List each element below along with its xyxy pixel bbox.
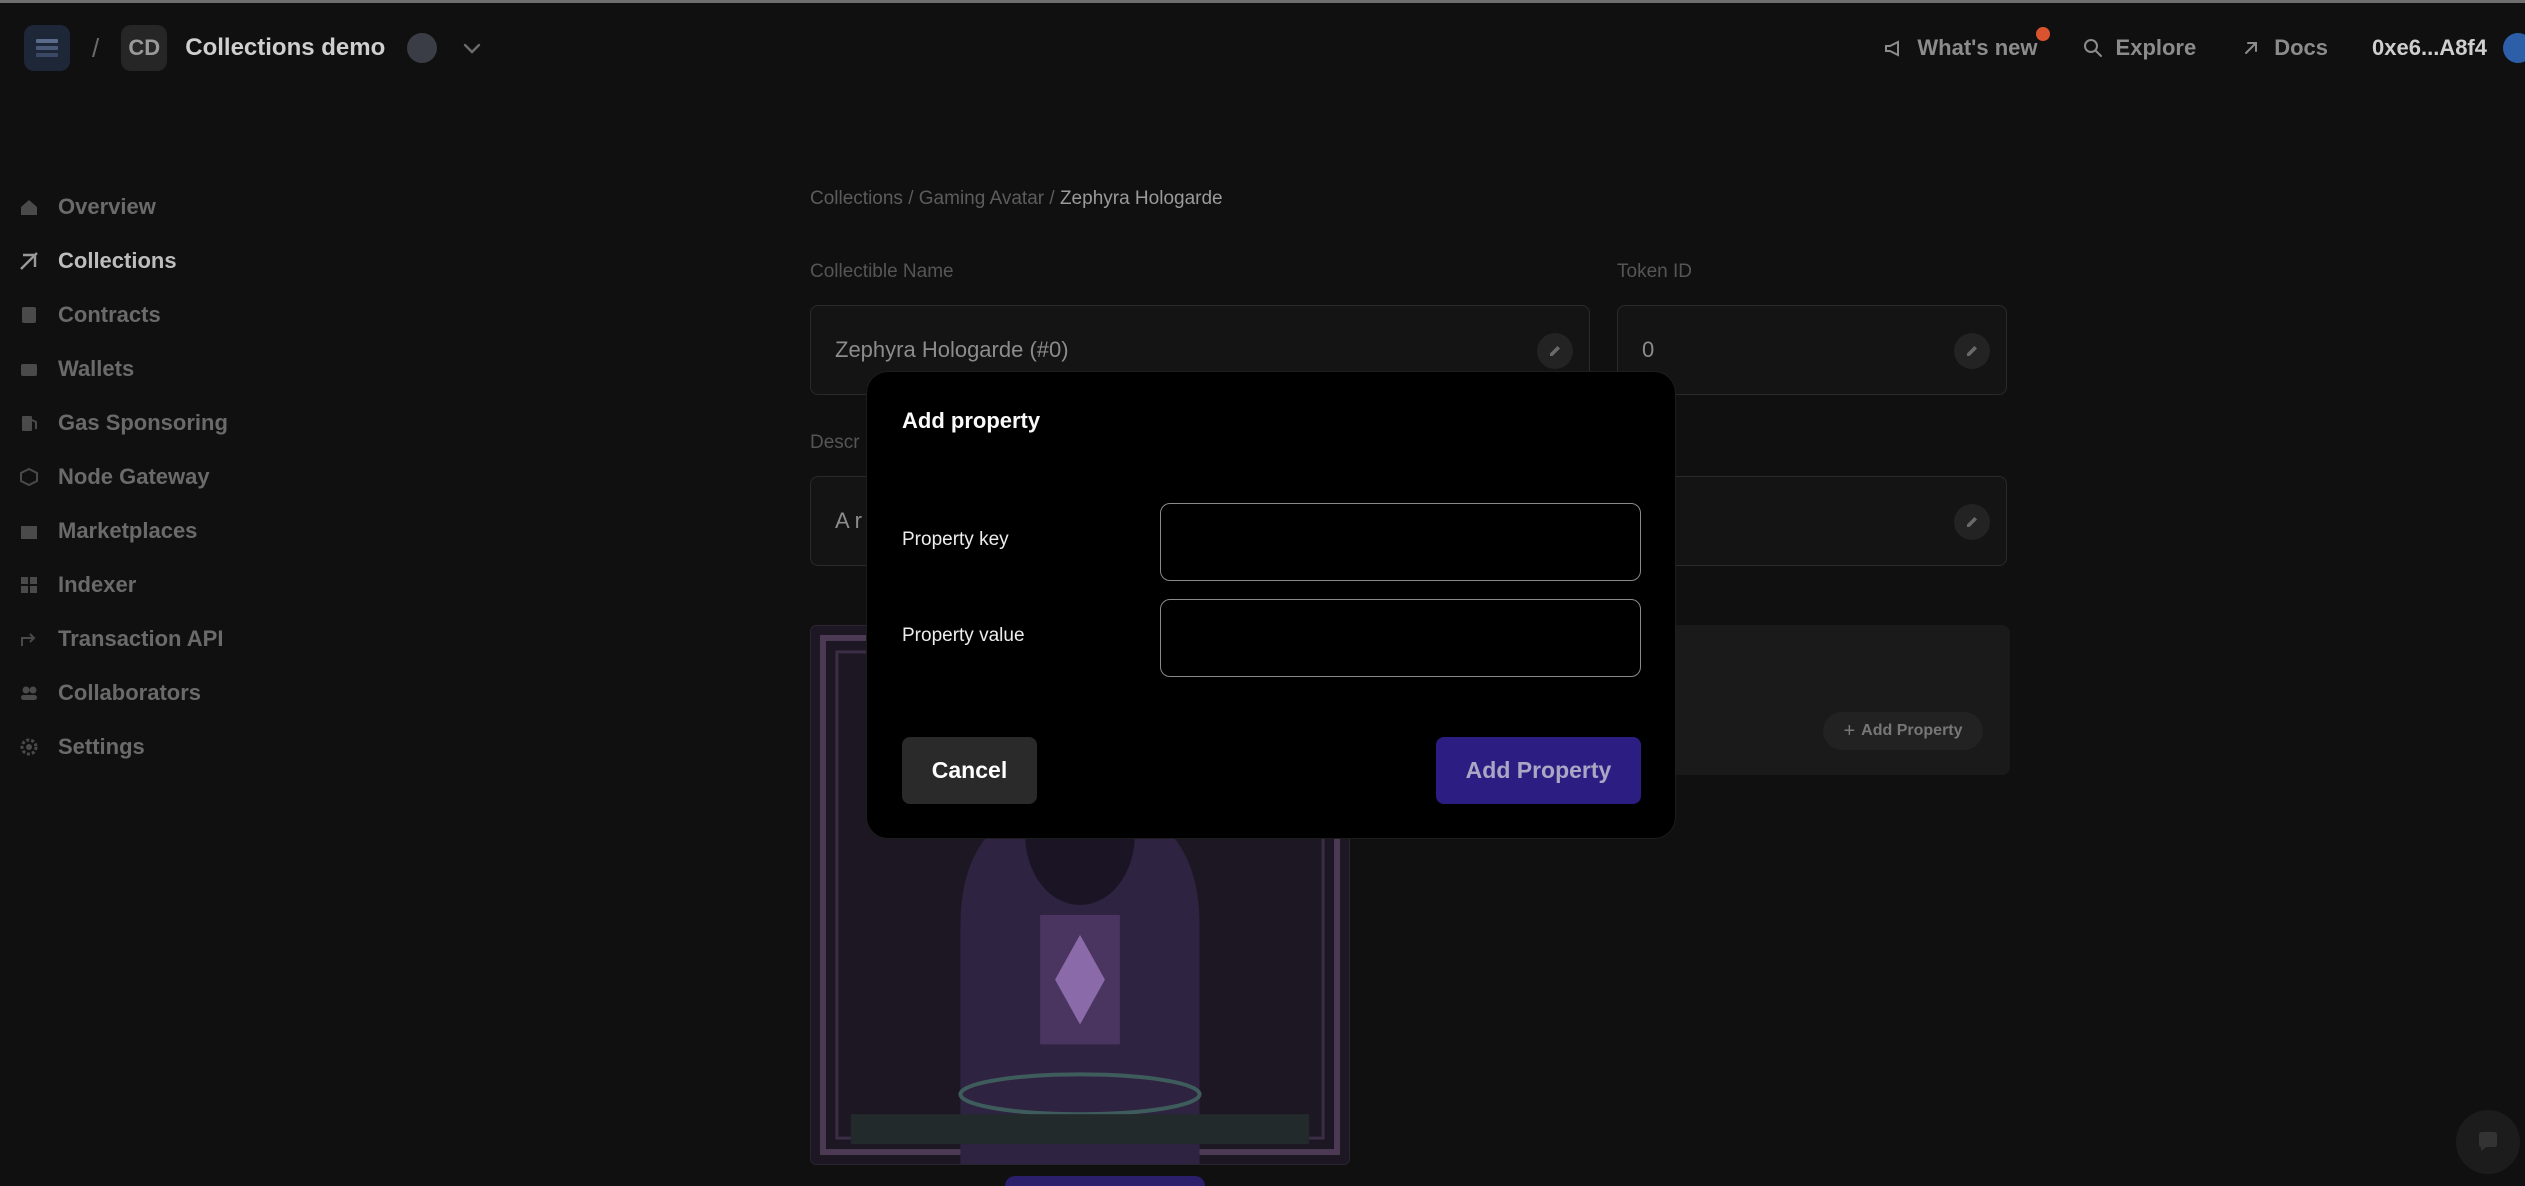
external-arrow-icon <box>2245 42 2258 54</box>
token-id-value: 0 <box>1642 337 1655 362</box>
edit-description-button[interactable] <box>1954 504 1990 540</box>
property-key-input[interactable] <box>1160 503 1641 581</box>
chat-bubble-icon <box>2479 1132 2497 1151</box>
sidebar-item-overview[interactable]: Overview <box>0 180 260 234</box>
description-value: A r <box>835 508 862 533</box>
grid-icon <box>21 577 37 593</box>
wallet-address[interactable]: 0xe6...A8f4 <box>2372 35 2487 61</box>
whats-new-link[interactable]: What's new <box>1883 27 2050 61</box>
chevron-down-icon[interactable] <box>461 37 483 59</box>
arrow-icon <box>21 633 36 646</box>
sidebar-item-label: Overview <box>58 194 156 219</box>
breadcrumb-separator: / <box>902 188 919 209</box>
pencil-icon <box>1967 517 1977 527</box>
sidebar-item-label: Collections <box>58 248 177 273</box>
collections-icon <box>20 252 38 270</box>
pencil-icon <box>1967 346 1977 356</box>
sidebar-item-label: Node Gateway <box>58 464 210 489</box>
breadcrumb-collections[interactable]: Collections <box>810 188 903 209</box>
property-value-input[interactable] <box>1160 599 1641 677</box>
sidebar-item-node-gateway[interactable]: Node Gateway <box>0 450 260 504</box>
add-property-dialog: Add property Property key Property value… <box>866 371 1676 839</box>
edit-token-id-button[interactable] <box>1954 333 1990 369</box>
sidebar-item-label: Gas Sponsoring <box>58 410 228 435</box>
add-property-small-button[interactable]: + Add Property <box>1823 712 1983 750</box>
dialog-title: Add property <box>902 408 1041 433</box>
edit-name-button[interactable] <box>1537 333 1573 369</box>
sidebar-item-label: Contracts <box>58 302 161 327</box>
breadcrumb: Collections / Gaming Avatar / Zephyra Ho… <box>810 188 1223 210</box>
gear-icon <box>20 738 38 756</box>
whats-new-label: What's new <box>1917 35 2038 60</box>
breadcrumb-current: Zephyra Hologarde <box>1059 188 1223 209</box>
sidebar-item-indexer[interactable]: Indexer <box>0 558 260 612</box>
cube-icon <box>20 467 38 487</box>
sidebar-item-wallets[interactable]: Wallets <box>0 342 260 396</box>
sidebar-item-label: Indexer <box>58 572 137 597</box>
gas-pump-icon <box>22 416 37 431</box>
sidebar-item-settings[interactable]: Settings <box>0 720 260 774</box>
add-property-button[interactable]: Add Property <box>1436 737 1641 804</box>
layers-logo-icon <box>36 39 58 57</box>
header-separator: / <box>92 32 100 63</box>
sidebar-item-label: Collaborators <box>58 680 202 705</box>
sidebar-item-gas-sponsoring[interactable]: Gas Sponsoring <box>0 396 260 450</box>
wallet-avatar[interactable] <box>2503 33 2525 63</box>
docs-label: Docs <box>2274 35 2329 60</box>
explore-link[interactable]: Explore <box>2082 35 2197 61</box>
top-header: / CD Collections demo What's new Explore… <box>0 3 2525 93</box>
add-property-small-label: Add Property <box>1861 722 1963 739</box>
sidebar-item-contracts[interactable]: Contracts <box>0 288 260 342</box>
megaphone-icon <box>1885 40 1900 57</box>
sidebar-item-label: Settings <box>58 734 145 759</box>
docs-link[interactable]: Docs <box>2240 35 2328 61</box>
sidebar-item-collections[interactable]: Collections <box>0 234 260 288</box>
pencil-icon <box>1550 346 1560 356</box>
notification-dot <box>2035 27 2050 41</box>
property-value-label: Property value <box>902 625 1025 646</box>
project-avatar[interactable] <box>407 33 438 63</box>
token-id-label: Token ID <box>1617 261 1692 282</box>
sidebar-item-label: Transaction API <box>58 626 224 651</box>
breadcrumb-collection[interactable]: Gaming Avatar <box>919 188 1044 209</box>
chat-button[interactable] <box>2456 1110 2520 1174</box>
users-icon <box>21 686 37 700</box>
description-label: Descr <box>810 432 860 453</box>
home-icon <box>21 200 37 215</box>
sidebar: Overview Collections Contracts Wallets G… <box>0 180 260 774</box>
collectible-action-button[interactable] <box>1005 1176 1205 1186</box>
sidebar-item-label: Wallets <box>58 356 135 381</box>
collectible-name-value: Zephyra Hologarde (#0) <box>835 337 1069 362</box>
token-id-field: 0 <box>1617 305 2007 395</box>
storefront-icon <box>21 526 37 539</box>
explore-label: Explore <box>2115 35 2197 60</box>
plus-icon: + <box>1843 719 1856 742</box>
search-icon <box>2083 39 2102 57</box>
sidebar-item-label: Marketplaces <box>58 518 198 543</box>
collectible-name-label: Collectible Name <box>810 261 954 282</box>
app-logo[interactable] <box>24 25 70 71</box>
document-icon <box>22 307 36 323</box>
project-badge[interactable]: CD <box>121 25 168 71</box>
wallet-icon <box>21 364 37 376</box>
breadcrumb-separator: / <box>1044 188 1060 209</box>
project-name[interactable]: Collections demo <box>185 34 385 62</box>
cancel-button[interactable]: Cancel <box>902 737 1037 804</box>
property-key-label: Property key <box>902 529 1009 550</box>
sidebar-item-marketplaces[interactable]: Marketplaces <box>0 504 260 558</box>
sidebar-item-collaborators[interactable]: Collaborators <box>0 666 260 720</box>
sidebar-item-transaction-api[interactable]: Transaction API <box>0 612 260 666</box>
